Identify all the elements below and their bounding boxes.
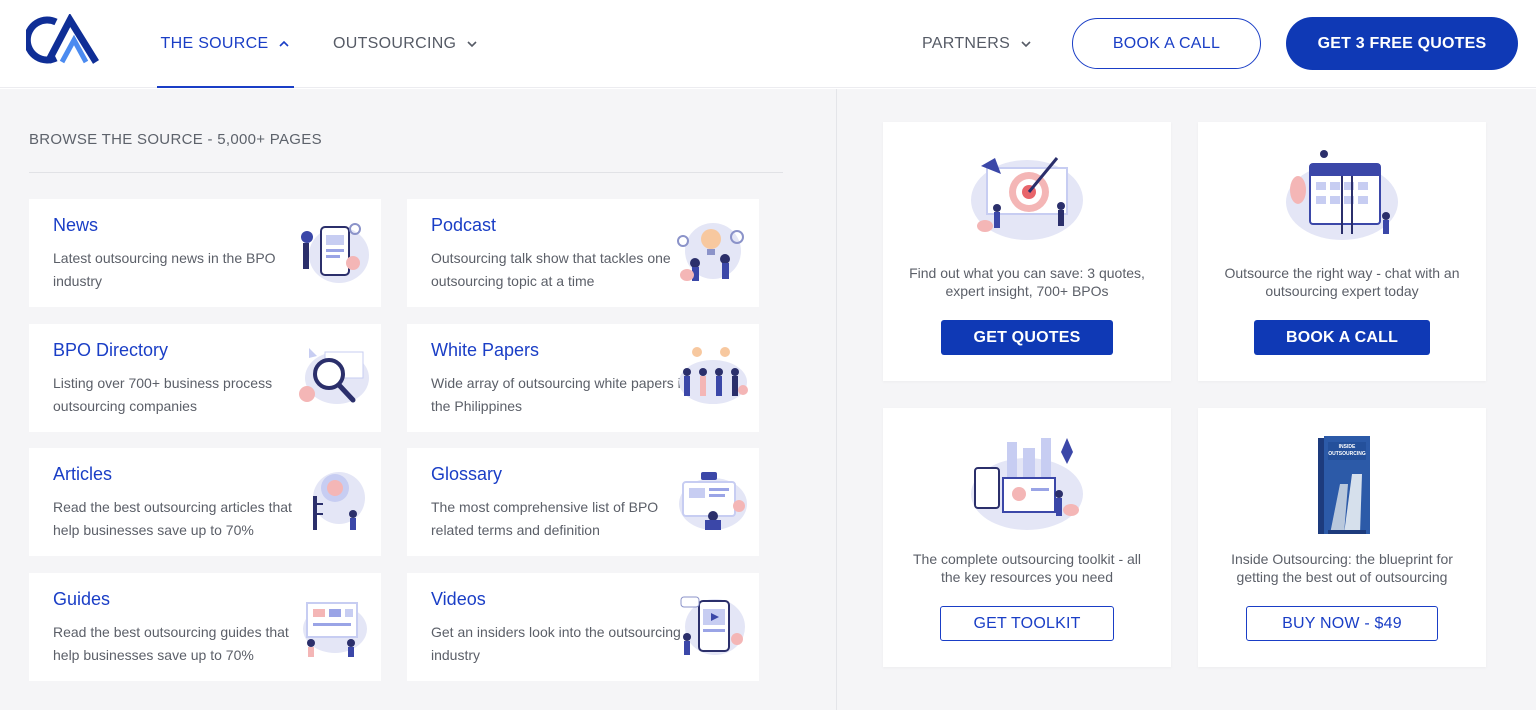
promo-text: The complete outsourcing toolkit - all t… (913, 551, 1141, 585)
get-free-quotes-button[interactable]: GET 3 FREE QUOTES (1286, 17, 1518, 70)
nav-outsourcing-label: OUTSOURCING (333, 35, 457, 52)
active-tab-indicator (157, 86, 294, 88)
card-description: Listing over 700+ business process outso… (53, 375, 273, 414)
magnifier-illustration-icon (299, 348, 369, 404)
card-title: White Papers (431, 340, 540, 360)
target-illustration-icon (971, 157, 1083, 240)
card-description: Read the best outsourcing articles that … (53, 499, 292, 538)
promo-text: Find out what you can save: 3 quotes, ex… (909, 265, 1145, 299)
chevron-down-icon (467, 41, 477, 48)
book-a-call-button[interactable]: BOOK A CALL (1072, 18, 1261, 69)
svg-text:OUTSOURCING: OUTSOURCING (1328, 451, 1366, 457)
card-description: The most comprehensive list of BPO relat… (431, 499, 659, 538)
nav-the-source-label: THE SOURCE (160, 35, 269, 52)
card-description: Wide array of outsourcing white papers i… (431, 375, 689, 414)
card-guides[interactable]: Guides Read the best outsourcing guides … (29, 573, 381, 681)
card-news[interactable]: News Latest outsourcing news in the BPO … (29, 199, 381, 307)
browse-title: BROWSE THE SOURCE - 5,000+ PAGES (29, 131, 322, 148)
team-illustration-icon (679, 347, 748, 404)
card-description: Outsourcing talk show that tackles one o… (431, 250, 671, 289)
promo-book-call-button[interactable]: BOOK A CALL (1254, 320, 1430, 355)
podcast-illustration-icon (677, 223, 744, 281)
promo-toolkit: The complete outsourcing toolkit - all t… (883, 408, 1171, 667)
promo-text: Inside Outsourcing: the blueprint for ge… (1231, 551, 1453, 585)
nav-partners[interactable]: PARTNERS (922, 0, 1032, 88)
card-title: Podcast (431, 215, 497, 235)
logo-icon[interactable] (26, 14, 102, 66)
chevron-down-icon (1021, 41, 1031, 48)
card-bpo-directory[interactable]: BPO Directory Listing over 700+ business… (29, 324, 381, 432)
get-toolkit-button[interactable]: GET TOOLKIT (940, 606, 1114, 641)
card-title: Guides (53, 589, 111, 609)
promo-book: INSIDE OUTSOURCING Inside Outsourcing: t… (1198, 408, 1486, 667)
buy-now-button[interactable]: BUY NOW - $49 (1246, 606, 1438, 641)
svg-text:INSIDE: INSIDE (1339, 444, 1356, 450)
book-cover-icon: INSIDE OUTSOURCING (1318, 436, 1370, 534)
promo-text: Outsource the right way - chat with an o… (1224, 265, 1460, 299)
promo-panel: Find out what you can save: 3 quotes, ex… (837, 89, 1536, 710)
card-description: Read the best outsourcing guides that he… (53, 624, 289, 663)
card-articles[interactable]: Articles Read the best outsourcing artic… (29, 448, 381, 556)
card-glossary[interactable]: Glossary The most comprehensive list of … (407, 448, 759, 556)
glossary-illustration-icon (679, 472, 747, 530)
card-description: Get an insiders look into the outsourcin… (431, 624, 681, 663)
divider (29, 172, 783, 173)
nav-the-source[interactable]: THE SOURCE (157, 0, 294, 88)
guides-illustration-icon (303, 602, 367, 657)
news-illustration-icon (301, 223, 369, 283)
nav-outsourcing[interactable]: OUTSOURCING (333, 0, 478, 88)
card-videos[interactable]: Videos Get an insiders look into the out… (407, 573, 759, 681)
card-title: Glossary (431, 464, 503, 484)
card-white-papers[interactable]: White Papers Wide array of outsourcing w… (407, 324, 759, 432)
get-quotes-button[interactable]: GET QUOTES (941, 320, 1113, 355)
videos-illustration-icon (680, 596, 745, 655)
articles-illustration-icon (313, 472, 365, 530)
card-description: Latest outsourcing news in the BPO indus… (53, 250, 276, 289)
calendar-illustration-icon (1286, 150, 1398, 240)
chevron-up-icon (279, 40, 290, 47)
toolkit-illustration-icon (971, 438, 1083, 530)
browse-panel: BROWSE THE SOURCE - 5,000+ PAGES News La… (0, 89, 836, 710)
card-title: News (53, 215, 99, 235)
card-title: Videos (431, 589, 486, 609)
nav-partners-label: PARTNERS (922, 35, 1011, 52)
promo-book-call: Outsource the right way - chat with an o… (1198, 122, 1486, 381)
card-title: Articles (53, 464, 113, 484)
top-header: THE SOURCE OUTSOURCING PARTNERS BOOK A C… (0, 0, 1536, 88)
promo-quotes: Find out what you can save: 3 quotes, ex… (883, 122, 1171, 381)
card-podcast[interactable]: Podcast Outsourcing talk show that tackl… (407, 199, 759, 307)
card-title: BPO Directory (53, 340, 169, 360)
